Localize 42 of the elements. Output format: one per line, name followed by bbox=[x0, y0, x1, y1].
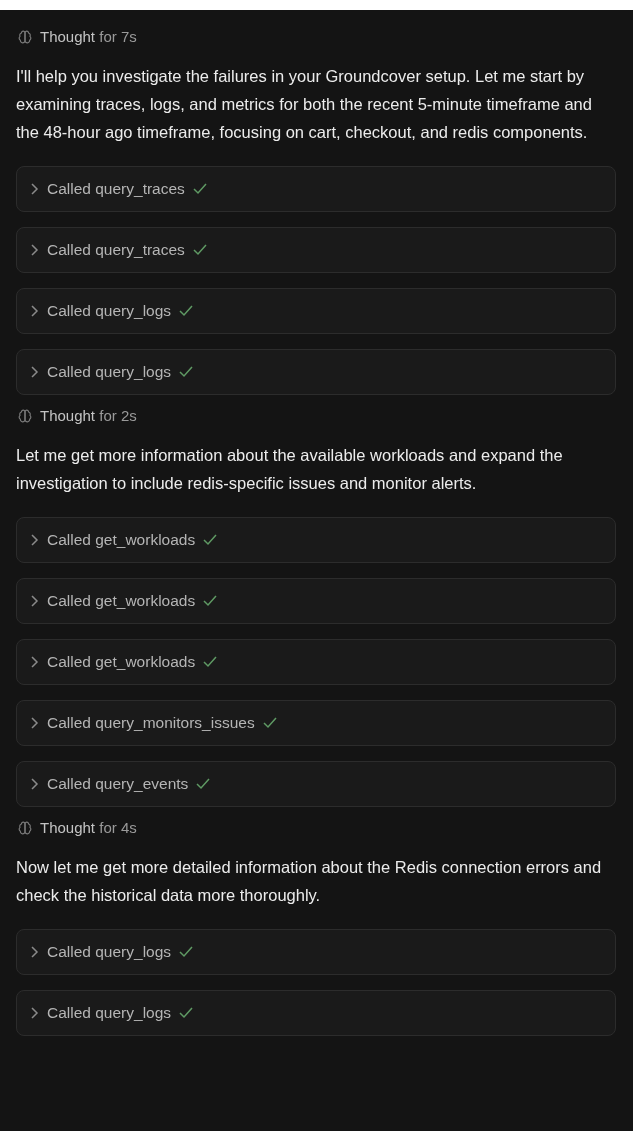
chevron-right-icon bbox=[29, 945, 39, 959]
tool-call-row[interactable]: Called get_workloads bbox=[16, 517, 616, 563]
assistant-message: Let me get more information about the available workloads and expand the investigation to include redis-specific issues and monitor alerts. bbox=[16, 445, 564, 494]
brain-icon bbox=[18, 30, 32, 44]
brain-icon bbox=[18, 821, 32, 835]
tool-call-row[interactable]: Called get_workloads bbox=[16, 578, 616, 624]
tool-call-row[interactable]: Called query_traces bbox=[16, 166, 616, 212]
tool-call-label: Called get_workloads bbox=[47, 530, 196, 551]
chevron-right-icon bbox=[29, 777, 39, 791]
chevron-right-icon bbox=[29, 243, 39, 257]
tool-call-label: Called query_logs bbox=[47, 301, 172, 322]
chevron-right-icon bbox=[29, 182, 39, 196]
chevron-right-icon bbox=[29, 304, 39, 318]
tool-call-label: Called query_traces bbox=[47, 240, 185, 261]
chevron-right-icon bbox=[29, 365, 39, 379]
chevron-right-icon bbox=[29, 655, 39, 669]
tool-call-row[interactable]: Called query_events bbox=[16, 761, 616, 807]
chevron-right-icon bbox=[29, 716, 39, 730]
tool-call-row[interactable]: Called get_workloads bbox=[16, 639, 616, 685]
tool-call-label: Called get_workloads bbox=[47, 652, 196, 673]
chevron-right-icon bbox=[29, 533, 39, 547]
chevron-right-icon bbox=[29, 594, 39, 608]
tool-call-row[interactable]: Called query_logs bbox=[16, 990, 616, 1036]
thought-label: Thought for 4s bbox=[40, 817, 137, 838]
tool-call-label: Called query_logs bbox=[47, 1003, 172, 1024]
brain-icon bbox=[18, 409, 32, 423]
tool-call-label: Called query_traces bbox=[47, 179, 185, 200]
tool-call-row[interactable]: Called query_logs bbox=[16, 929, 616, 975]
thought-label: Thought for 2s bbox=[40, 405, 137, 426]
tool-call-label: Called query_events bbox=[47, 774, 189, 795]
tool-call-label: Called query_monitors_issues bbox=[47, 713, 255, 734]
thought-label: Thought for 7s bbox=[40, 26, 137, 47]
chevron-right-icon bbox=[29, 1006, 39, 1020]
tool-call-row[interactable]: Called query_logs bbox=[16, 288, 616, 334]
tool-call-label: Called get_workloads bbox=[47, 591, 196, 612]
tool-call-row[interactable]: Called query_traces bbox=[16, 227, 616, 273]
tool-call-label: Called query_logs bbox=[47, 362, 172, 383]
tool-call-label: Called query_logs bbox=[47, 942, 172, 963]
assistant-message: Now let me get more detailed information about the Redis connection errors and check the historical data more thoroughly. bbox=[16, 857, 603, 906]
tool-call-row[interactable]: Called query_monitors_issues bbox=[16, 700, 616, 746]
tool-call-row[interactable]: Called query_logs bbox=[16, 349, 616, 395]
assistant-message: I'll help you investigate the failures in your Groundcover setup. Let me start by examining traces, logs, and metrics for both the recent 5-minute timeframe and the 48-hour ago timeframe, focusing on cart, checkout, and redis components. bbox=[16, 66, 593, 143]
